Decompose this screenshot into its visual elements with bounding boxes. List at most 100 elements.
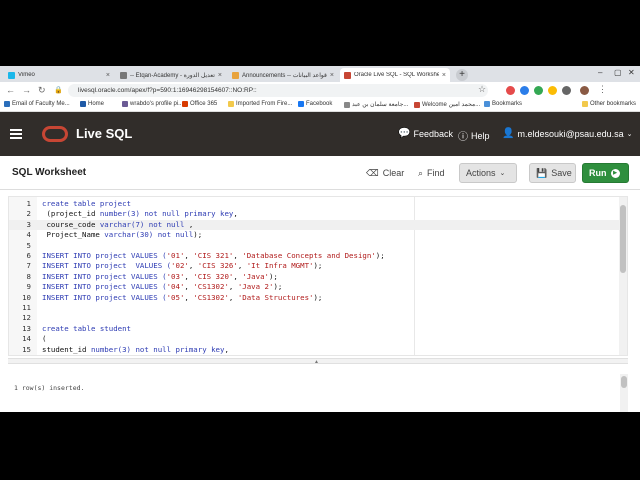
profile-avatar[interactable] <box>580 86 589 95</box>
run-button[interactable]: Run ▶ <box>582 163 629 183</box>
feedback-link[interactable]: 💬 Feedback <box>398 128 453 139</box>
bookmark-item[interactable]: Facebook <box>298 101 332 107</box>
code-line[interactable]: 16 student_name varchar(30) not null , <box>9 355 619 356</box>
reload-icon[interactable]: ↻ <box>38 85 46 96</box>
bookmark-item[interactable]: Welcome محمد امين... <box>414 101 480 108</box>
extension-icon[interactable] <box>548 86 557 95</box>
line-number: 10 <box>22 292 31 302</box>
extension-icon[interactable] <box>506 86 515 95</box>
bookmark-label: Welcome محمد امين... <box>422 102 481 108</box>
code-line[interactable]: 14 ( <box>9 334 619 344</box>
code-line[interactable]: 6 INSERT INTO project VALUES ('01', 'CIS … <box>9 251 619 261</box>
url-input[interactable]: livesql.oracle.com/apex/f?p=590:1:169462… <box>68 84 488 97</box>
grip-icon: ▲ <box>314 359 319 365</box>
tab-label: -- Etqan-Academy - تعديل الدورة <box>130 72 215 79</box>
code-line[interactable]: 15 student_id number(3) not null primary … <box>9 345 619 355</box>
code-line[interactable]: 2 (project_id number(3) not null primary… <box>9 209 619 219</box>
code-line[interactable]: 10 INSERT INTO project VALUES ('05', 'CS1… <box>9 293 619 303</box>
browser-tab[interactable]: Oracle Live SQL - SQL Worksheet × <box>340 68 450 82</box>
close-window-icon[interactable]: ✕ <box>628 68 635 77</box>
hamburger-menu-icon[interactable] <box>10 129 22 141</box>
code-token: 'CIS 320' <box>193 271 234 281</box>
user-menu[interactable]: 👤 m.eldesouki@psau.edu.sa ⌄ <box>502 128 633 139</box>
code-token: ( <box>42 334 47 344</box>
chevron-down-icon: ⌄ <box>626 130 633 138</box>
tab-close-icon[interactable]: × <box>106 72 110 79</box>
sql-editor[interactable]: 1 create table project 2 (project_id numbe… <box>8 196 628 356</box>
code-token: varchar(30) not null <box>100 355 189 356</box>
code-line[interactable]: 7 INSERT INTO project VALUES ('02', 'CIS … <box>9 261 619 271</box>
bookmark-star-icon[interactable]: ☆ <box>478 84 486 95</box>
code-token: , <box>224 344 229 354</box>
code-line[interactable]: 9 INSERT INTO project VALUES ('04', 'CS13… <box>9 282 619 292</box>
extension-icon[interactable] <box>520 86 529 95</box>
browser-tab[interactable]: -- Etqan-Academy - تعديل الدورة × <box>116 68 226 82</box>
bookmark-item[interactable]: جامعة سلمان بن عبد... <box>344 101 408 108</box>
code-token: , <box>184 282 194 292</box>
code-text: student_id number(3) not null primary ke… <box>42 345 229 355</box>
bookmark-item[interactable]: Office 365 <box>182 101 217 107</box>
code-line[interactable]: 1 create table project <box>9 199 619 209</box>
code-token: ); <box>313 261 323 271</box>
editor-scrollbar[interactable] <box>619 197 627 355</box>
forward-icon[interactable]: → <box>22 85 31 95</box>
back-icon[interactable]: ← <box>6 85 15 95</box>
code-text: Project_Name varchar(30) not null); <box>42 230 202 240</box>
bookmark-item[interactable]: Bookmarks <box>484 101 522 107</box>
tab-close-icon[interactable]: × <box>330 72 334 79</box>
bookmark-item[interactable]: Home <box>80 101 104 107</box>
maximize-icon[interactable]: ▢ <box>614 68 622 77</box>
help-link[interactable]: ⓘ Help <box>458 128 490 144</box>
bookmark-favicon-icon <box>484 101 490 107</box>
clear-button[interactable]: ⌫ Clear <box>360 163 410 183</box>
code-token: 'Data Structures' <box>237 292 314 302</box>
bookmark-favicon-icon <box>122 101 128 107</box>
bookmark-item[interactable]: Imported From Fire... <box>228 101 292 107</box>
tab-close-icon[interactable]: × <box>442 72 446 79</box>
bookmark-favicon-icon <box>80 101 86 107</box>
code-line[interactable]: 4 Project_Name varchar(30) not null); <box>9 230 619 240</box>
tab-close-icon[interactable]: × <box>218 72 222 79</box>
code-line[interactable]: 12 <box>9 313 619 323</box>
code-token: , <box>237 261 247 271</box>
extension-icon[interactable] <box>534 86 543 95</box>
help-icon: ⓘ <box>458 132 468 143</box>
code-token: varchar(7) not null <box>99 219 185 229</box>
code-token: ); <box>273 282 283 292</box>
bookmark-item[interactable]: Email of Faculty Me... <box>4 101 70 107</box>
folder-icon <box>582 101 588 107</box>
code-line[interactable]: 13 create table student <box>9 324 619 334</box>
menu-dots-icon[interactable]: ⋮ <box>598 84 607 95</box>
code-line[interactable]: 8 INSERT INTO project VALUES ('03', 'CIS … <box>9 272 619 282</box>
code-line[interactable]: 11 <box>9 303 619 313</box>
find-button[interactable]: ⌕ Find <box>412 163 451 183</box>
code-text: ( <box>42 334 46 344</box>
code-text: create table project <box>42 199 131 209</box>
save-button[interactable]: 💾 Save <box>529 163 576 183</box>
code-line[interactable]: 5 <box>9 241 619 251</box>
code-token: student_name <box>42 355 100 356</box>
results-scrollbar[interactable] <box>620 374 628 412</box>
editor-scrollbar-thumb[interactable] <box>620 205 626 273</box>
actions-button[interactable]: Actions ⌄ <box>459 163 517 183</box>
oracle-logo <box>42 126 68 142</box>
bookmark-item[interactable]: wrabdo's profile pi... <box>122 101 183 107</box>
code-token: 'CS1302' <box>193 282 229 292</box>
bookmark-label: Bookmarks <box>492 101 523 107</box>
results-scrollbar-thumb[interactable] <box>621 376 627 388</box>
lock-icon[interactable]: 🔒 <box>54 86 63 94</box>
minimize-icon[interactable]: – <box>598 68 602 77</box>
new-tab-button[interactable]: + <box>456 69 468 81</box>
browser-tab[interactable]: Announcements -- قواعد البيانات × <box>228 68 338 82</box>
code-token: INSERT INTO project VALUES ( <box>42 251 167 260</box>
bookmarks-bar: Email of Faculty Me... Home wrabdo's profi… <box>0 99 640 112</box>
pane-splitter[interactable]: ▲ <box>8 358 628 365</box>
bookmark-favicon-icon <box>182 101 188 107</box>
code-line[interactable]: 3 course_code varchar(7) not null , <box>9 219 619 231</box>
browser-tab[interactable]: Vimeo × <box>4 68 114 82</box>
bookmark-favicon-icon <box>414 101 420 108</box>
bookmark-label: wrabdo's profile pi... <box>130 101 184 107</box>
extensions-puzzle-icon[interactable] <box>562 86 571 95</box>
other-bookmarks[interactable]: Other bookmarks <box>582 101 636 107</box>
code-text: create table student <box>42 324 131 334</box>
